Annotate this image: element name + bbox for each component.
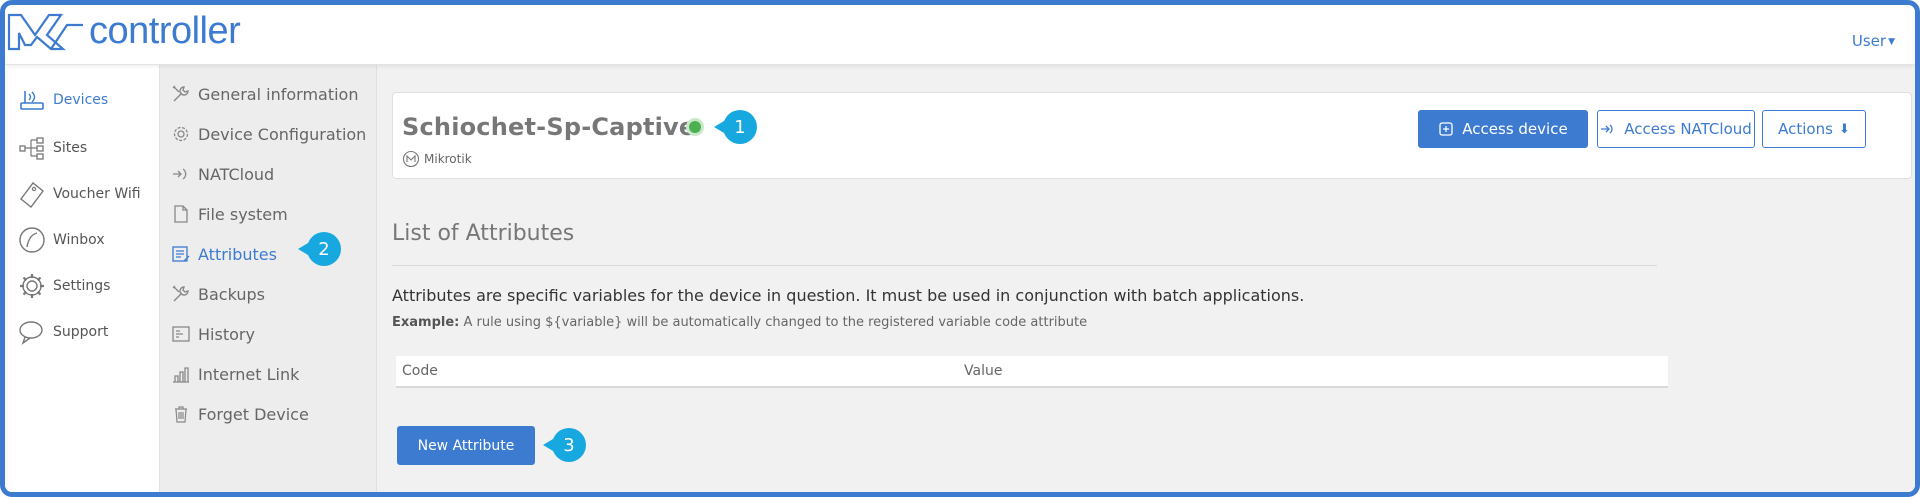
natcloud-icon [170, 163, 192, 185]
submenu-item-file-system[interactable]: File system [170, 199, 370, 229]
user-menu[interactable]: User ▼ [1852, 32, 1895, 50]
sites-icon [15, 133, 49, 163]
access-device-label: Access device [1462, 120, 1568, 138]
mk-logo-icon [7, 13, 83, 51]
chat-icon [15, 317, 49, 347]
sidebar-item-label: Devices [53, 92, 109, 108]
logo-text: controller [89, 10, 241, 52]
callout-badge: 3 [543, 428, 586, 462]
submenu-item-label: History [198, 324, 255, 344]
column-header-value: Value [964, 363, 1003, 379]
app-window: controller User ▼ Devices Sites Voucher W… [0, 0, 1920, 497]
column-header-code: Code [402, 363, 438, 379]
natcloud-icon [1600, 121, 1616, 137]
access-natcloud-label: Access NATCloud [1624, 120, 1752, 138]
sidebar-item-devices[interactable]: Devices [15, 83, 155, 117]
submenu-item-label: General information [198, 84, 359, 104]
sidebar-item-label: Support [53, 324, 109, 340]
callout-badge: 1 [714, 110, 757, 144]
section-title: List of Attributes [392, 221, 575, 246]
submenu-item-forget-device[interactable]: Forget Device [170, 399, 370, 429]
trash-icon [170, 403, 192, 425]
attributes-icon [170, 243, 192, 265]
callout-badge: 2 [298, 232, 341, 266]
actions-dropdown-button[interactable]: Actions ⬇ [1762, 110, 1866, 148]
sidebar-item-support[interactable]: Support [15, 315, 155, 349]
submenu-item-label: Attributes [198, 244, 277, 264]
example-label: Example: [392, 315, 460, 330]
device-submenu: General information Device Configuration… [160, 65, 377, 492]
status-indicator [686, 118, 704, 136]
submenu-item-device-configuration[interactable]: Device Configuration [170, 119, 370, 149]
submenu-item-history[interactable]: History [170, 319, 370, 349]
submenu-item-natcloud[interactable]: NATCloud [170, 159, 370, 189]
caret-down-icon: ▼ [1888, 37, 1895, 47]
arrow-down-icon: ⬇ [1838, 121, 1850, 137]
submenu-item-label: NATCloud [198, 164, 275, 184]
sidebar-item-label: Winbox [53, 232, 105, 248]
divider [392, 265, 1657, 266]
submenu-item-label: Backups [198, 284, 265, 304]
logo[interactable]: controller [7, 9, 241, 53]
file-icon [170, 203, 192, 225]
new-attribute-label: New Attribute [417, 437, 515, 454]
submenu-item-label: Device Configuration [198, 124, 367, 144]
access-device-button[interactable]: Access device [1418, 110, 1588, 148]
gear-icon [170, 123, 192, 145]
attributes-description: Attributes are specific variables for th… [392, 286, 1305, 305]
submenu-item-general-information[interactable]: General information [170, 79, 370, 109]
device-name: Schiochet-Sp-Captive [402, 113, 696, 141]
submenu-item-backups[interactable]: Backups [170, 279, 370, 309]
new-attribute-button[interactable]: New Attribute [397, 426, 535, 465]
top-header: controller User ▼ [5, 5, 1915, 65]
example-text: A rule using ${variable} will be automat… [459, 315, 1088, 330]
submenu-item-label: Internet Link [198, 364, 300, 384]
submenu-item-internet-link[interactable]: Internet Link [170, 359, 370, 389]
sidebar-item-sites[interactable]: Sites [15, 131, 155, 165]
submenu-item-label: Forget Device [198, 404, 309, 424]
sidebar-item-label: Sites [53, 140, 88, 156]
history-icon [170, 323, 192, 345]
mikrotik-icon [402, 150, 420, 168]
bar-chart-icon [170, 363, 192, 385]
sidebar-item-label: Voucher Wifi [53, 186, 141, 202]
sidebar-item-voucher-wifi[interactable]: Voucher Wifi [15, 177, 155, 211]
device-header-card: Schiochet-Sp-Captive 1 Mikrotik Access d… [392, 92, 1912, 179]
access-natcloud-button[interactable]: Access NATCloud [1597, 110, 1755, 148]
attributes-table: Code Value [396, 356, 1668, 388]
winbox-icon [15, 225, 49, 255]
submenu-item-label: File system [198, 204, 288, 224]
main-sidebar: Devices Sites Voucher Wifi Winbox Settin… [5, 65, 160, 492]
sidebar-item-label: Settings [53, 278, 111, 294]
vendor-label: Mikrotik [424, 152, 472, 166]
device-access-icon [1438, 121, 1454, 137]
ticket-icon [15, 179, 49, 209]
tools-icon [170, 283, 192, 305]
gear-icon [15, 271, 49, 301]
tools-icon [170, 83, 192, 105]
actions-label: Actions [1778, 120, 1833, 138]
device-vendor: Mikrotik [402, 150, 472, 168]
user-menu-label: User [1851, 32, 1887, 50]
sidebar-item-settings[interactable]: Settings [15, 269, 155, 303]
main-content: Schiochet-Sp-Captive 1 Mikrotik Access d… [377, 65, 1915, 492]
sidebar-item-winbox[interactable]: Winbox [15, 223, 155, 257]
attributes-example: Example: A rule using ${variable} will b… [392, 315, 1087, 330]
router-icon [15, 85, 49, 115]
